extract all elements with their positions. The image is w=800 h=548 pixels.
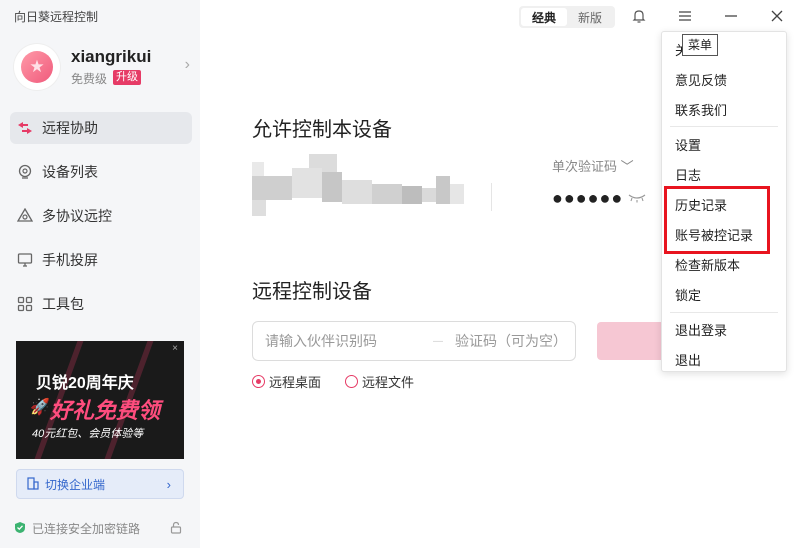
chevron-right-icon: › — [184, 56, 190, 73]
avatar: ★ — [14, 44, 60, 90]
building-icon — [27, 476, 39, 493]
promo-subtitle: 40元红包、会员体验等 — [32, 428, 144, 440]
connect-button[interactable] — [597, 322, 667, 360]
radio-unchecked-icon — [345, 375, 359, 388]
menu-item-feedback[interactable]: 意见反馈 — [675, 70, 775, 89]
mode-classic-option[interactable]: 经典 — [521, 8, 567, 26]
remote-assist-icon — [16, 119, 34, 137]
menu-icon[interactable] — [673, 6, 697, 26]
app-title: 向日葵远程控制 — [14, 10, 99, 24]
sidebar-item-label: 多协议远控 — [42, 208, 112, 224]
username: xiangrikui — [71, 47, 152, 66]
close-icon[interactable]: × — [172, 343, 178, 354]
sidebar: 向日葵远程控制 ★ xiangrikui 免费级 升级 › 远程协助 设备列表 … — [0, 0, 200, 548]
radio-label: 远程桌面 — [269, 375, 322, 390]
device-list-icon — [16, 163, 34, 181]
menu-item-exit[interactable]: 退出 — [675, 350, 775, 369]
verification-code-value: ●●●●●● — [552, 188, 624, 208]
mode-toggle: 经典 新版 — [519, 6, 615, 28]
promo-banner[interactable]: × 贝锐20周年庆 🚀 好礼免费领 40元红包、会员体验等 — [16, 341, 184, 459]
shield-icon — [14, 521, 26, 537]
remote-type-options: 远程桌面 远程文件 — [252, 372, 438, 391]
sidebar-nav: 远程协助 设备列表 多协议远控 手机投屏 工具包 — [10, 112, 192, 332]
screen-cast-icon — [16, 251, 34, 269]
menu-item-logout[interactable]: 退出登录 — [675, 320, 775, 339]
remote-control-title: 远程控制设备 — [252, 281, 372, 303]
menu-divider — [670, 312, 778, 313]
radio-checked-icon — [252, 375, 265, 388]
verification-code-input[interactable] — [455, 333, 585, 349]
multi-protocol-icon — [16, 207, 34, 225]
divider — [491, 183, 492, 211]
radio-label: 远程文件 — [362, 375, 415, 390]
close-icon[interactable] — [765, 6, 789, 26]
sidebar-item-remote-assist[interactable]: 远程协助 — [10, 112, 192, 144]
security-status: 已连接安全加密链路 — [14, 520, 184, 537]
sidebar-item-screen-cast[interactable]: 手机投屏 — [10, 244, 192, 276]
toolkit-icon — [16, 295, 34, 313]
highlight-annotation — [664, 186, 770, 254]
remote-connect-inputs: — — [252, 321, 585, 361]
eye-closed-icon[interactable] — [628, 190, 648, 203]
sidebar-item-label: 手机投屏 — [42, 252, 98, 268]
menu-tooltip: 菜单 — [682, 34, 719, 56]
rocket-icon: 🚀 — [30, 399, 50, 416]
promo-headline: 好礼免费领 — [50, 398, 161, 423]
menu-item-check-update[interactable]: 检查新版本 — [675, 255, 775, 274]
input-separator: — — [433, 335, 443, 347]
switch-enterprise-label: 切换企业端 — [45, 477, 106, 492]
menu-item-contact[interactable]: 联系我们 — [675, 100, 775, 119]
mode-new-option[interactable]: 新版 — [567, 8, 613, 26]
profile-card[interactable]: ★ xiangrikui 免费级 升级 › — [14, 44, 190, 90]
device-id-blurred — [252, 154, 464, 216]
sidebar-item-device-list[interactable]: 设备列表 — [10, 156, 192, 188]
star-icon: ★ — [21, 51, 53, 83]
promo-title: 贝锐20周年庆 — [36, 375, 134, 392]
tier-label: 免费级 — [71, 72, 108, 86]
lock-icon[interactable] — [170, 521, 182, 537]
sidebar-item-label: 工具包 — [42, 296, 84, 312]
menu-item-lock[interactable]: 锁定 — [675, 285, 775, 304]
menu-divider — [670, 126, 778, 127]
sidebar-item-multi-protocol[interactable]: 多协议远控 — [10, 200, 192, 232]
remote-file-radio[interactable]: 远程文件 — [345, 372, 414, 391]
partner-id-input[interactable] — [265, 333, 433, 349]
upgrade-badge[interactable]: 升级 — [113, 70, 141, 85]
sidebar-item-toolkit[interactable]: 工具包 — [10, 288, 192, 320]
menu-item-log[interactable]: 日志 — [675, 165, 775, 184]
minimize-icon[interactable] — [719, 6, 743, 26]
bell-icon[interactable] — [627, 6, 651, 26]
menu-item-settings[interactable]: 设置 — [675, 135, 775, 154]
code-type-dropdown[interactable]: 单次验证码 ﹀ — [552, 156, 634, 175]
sidebar-item-label: 远程协助 — [42, 120, 98, 136]
switch-enterprise-button[interactable]: 切换企业端 › — [16, 469, 184, 499]
allow-control-title: 允许控制本设备 — [252, 119, 392, 141]
sidebar-item-label: 设备列表 — [42, 164, 98, 180]
security-status-label: 已连接安全加密链路 — [32, 522, 141, 536]
remote-desktop-radio[interactable]: 远程桌面 — [252, 372, 321, 391]
chevron-right-icon: › — [166, 476, 171, 492]
